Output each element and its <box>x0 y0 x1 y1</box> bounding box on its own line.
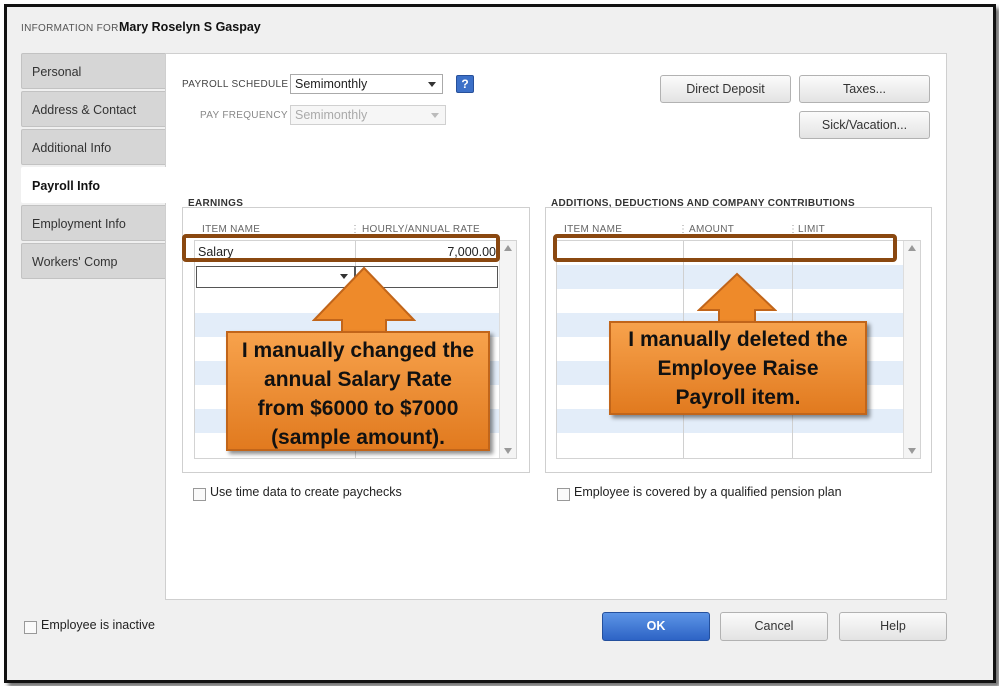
callout-line: Payroll item. <box>675 386 801 409</box>
info-for-label: INFORMATION FOR <box>21 23 119 34</box>
callout-line: Employee Raise <box>657 357 819 380</box>
callout-line: annual Salary Rate <box>264 368 452 391</box>
cancel-button[interactable]: Cancel <box>720 612 828 641</box>
chevron-down-icon <box>428 82 436 87</box>
callout-line: I manually deleted the <box>628 328 848 351</box>
tab-label: Employment Info <box>32 217 126 231</box>
callout-line: I manually changed the <box>241 339 475 362</box>
additions-scrollbar[interactable] <box>903 241 920 458</box>
scroll-down-icon[interactable] <box>908 448 916 454</box>
scroll-up-icon[interactable] <box>504 245 512 251</box>
pay-frequency-value: Semimonthly <box>295 108 368 122</box>
tab-payroll-info[interactable]: Payroll Info <box>21 167 169 203</box>
employee-inactive-label[interactable]: Employee is inactive <box>41 618 155 632</box>
help-icon[interactable]: ? <box>456 75 474 93</box>
tab-additional-info[interactable]: Additional Info <box>21 129 167 165</box>
tab-label: Payroll Info <box>32 179 101 193</box>
tab-address-contact[interactable]: Address & Contact <box>21 91 167 127</box>
salary-row-highlight <box>182 234 500 262</box>
scroll-down-icon[interactable] <box>504 448 512 454</box>
payroll-schedule-label: PAYROLL SCHEDULE <box>182 79 289 90</box>
use-time-data-checkbox[interactable] <box>193 488 206 501</box>
sick-vacation-button[interactable]: Sick/Vacation... <box>799 111 930 139</box>
payroll-schedule-select[interactable]: Semimonthly <box>290 74 443 94</box>
pension-plan-checkbox[interactable] <box>557 488 570 501</box>
additions-row-highlight <box>553 234 897 262</box>
earnings-scrollbar[interactable] <box>499 241 516 458</box>
tab-personal[interactable]: Personal <box>21 53 167 89</box>
tab-label: Address & Contact <box>32 103 137 117</box>
direct-deposit-button[interactable]: Direct Deposit <box>660 75 791 103</box>
ok-button[interactable]: OK <box>602 612 710 641</box>
payroll-schedule-value: Semimonthly <box>295 77 368 91</box>
tab-employment-info[interactable]: Employment Info <box>21 205 167 241</box>
help-button[interactable]: Help <box>839 612 947 641</box>
employee-inactive-checkbox[interactable] <box>24 621 37 634</box>
pension-plan-label[interactable]: Employee is covered by a qualified pensi… <box>574 485 842 499</box>
earnings-callout: I manually changed the annual Salary Rat… <box>226 331 490 451</box>
taxes-button[interactable]: Taxes... <box>799 75 930 103</box>
additions-callout: I manually deleted the Employee Raise Pa… <box>609 321 867 415</box>
tab-label: Personal <box>32 65 82 79</box>
pay-frequency-label: PAY FREQUENCY <box>200 110 288 121</box>
up-arrow-icon <box>312 266 416 336</box>
callout-line: (sample amount). <box>271 426 445 449</box>
tab-label: Workers' Comp <box>32 255 118 269</box>
chevron-down-icon <box>431 113 439 118</box>
scroll-up-icon[interactable] <box>908 245 916 251</box>
tab-label: Additional Info <box>32 141 112 155</box>
pay-frequency-select: Semimonthly <box>290 105 446 125</box>
tab-workers-comp[interactable]: Workers' Comp <box>21 243 167 279</box>
up-arrow-icon <box>697 272 777 324</box>
use-time-data-label[interactable]: Use time data to create paychecks <box>210 485 402 499</box>
employee-name: Mary Roselyn S Gaspay <box>119 20 261 34</box>
callout-line: from $6000 to $7000 <box>257 397 459 420</box>
